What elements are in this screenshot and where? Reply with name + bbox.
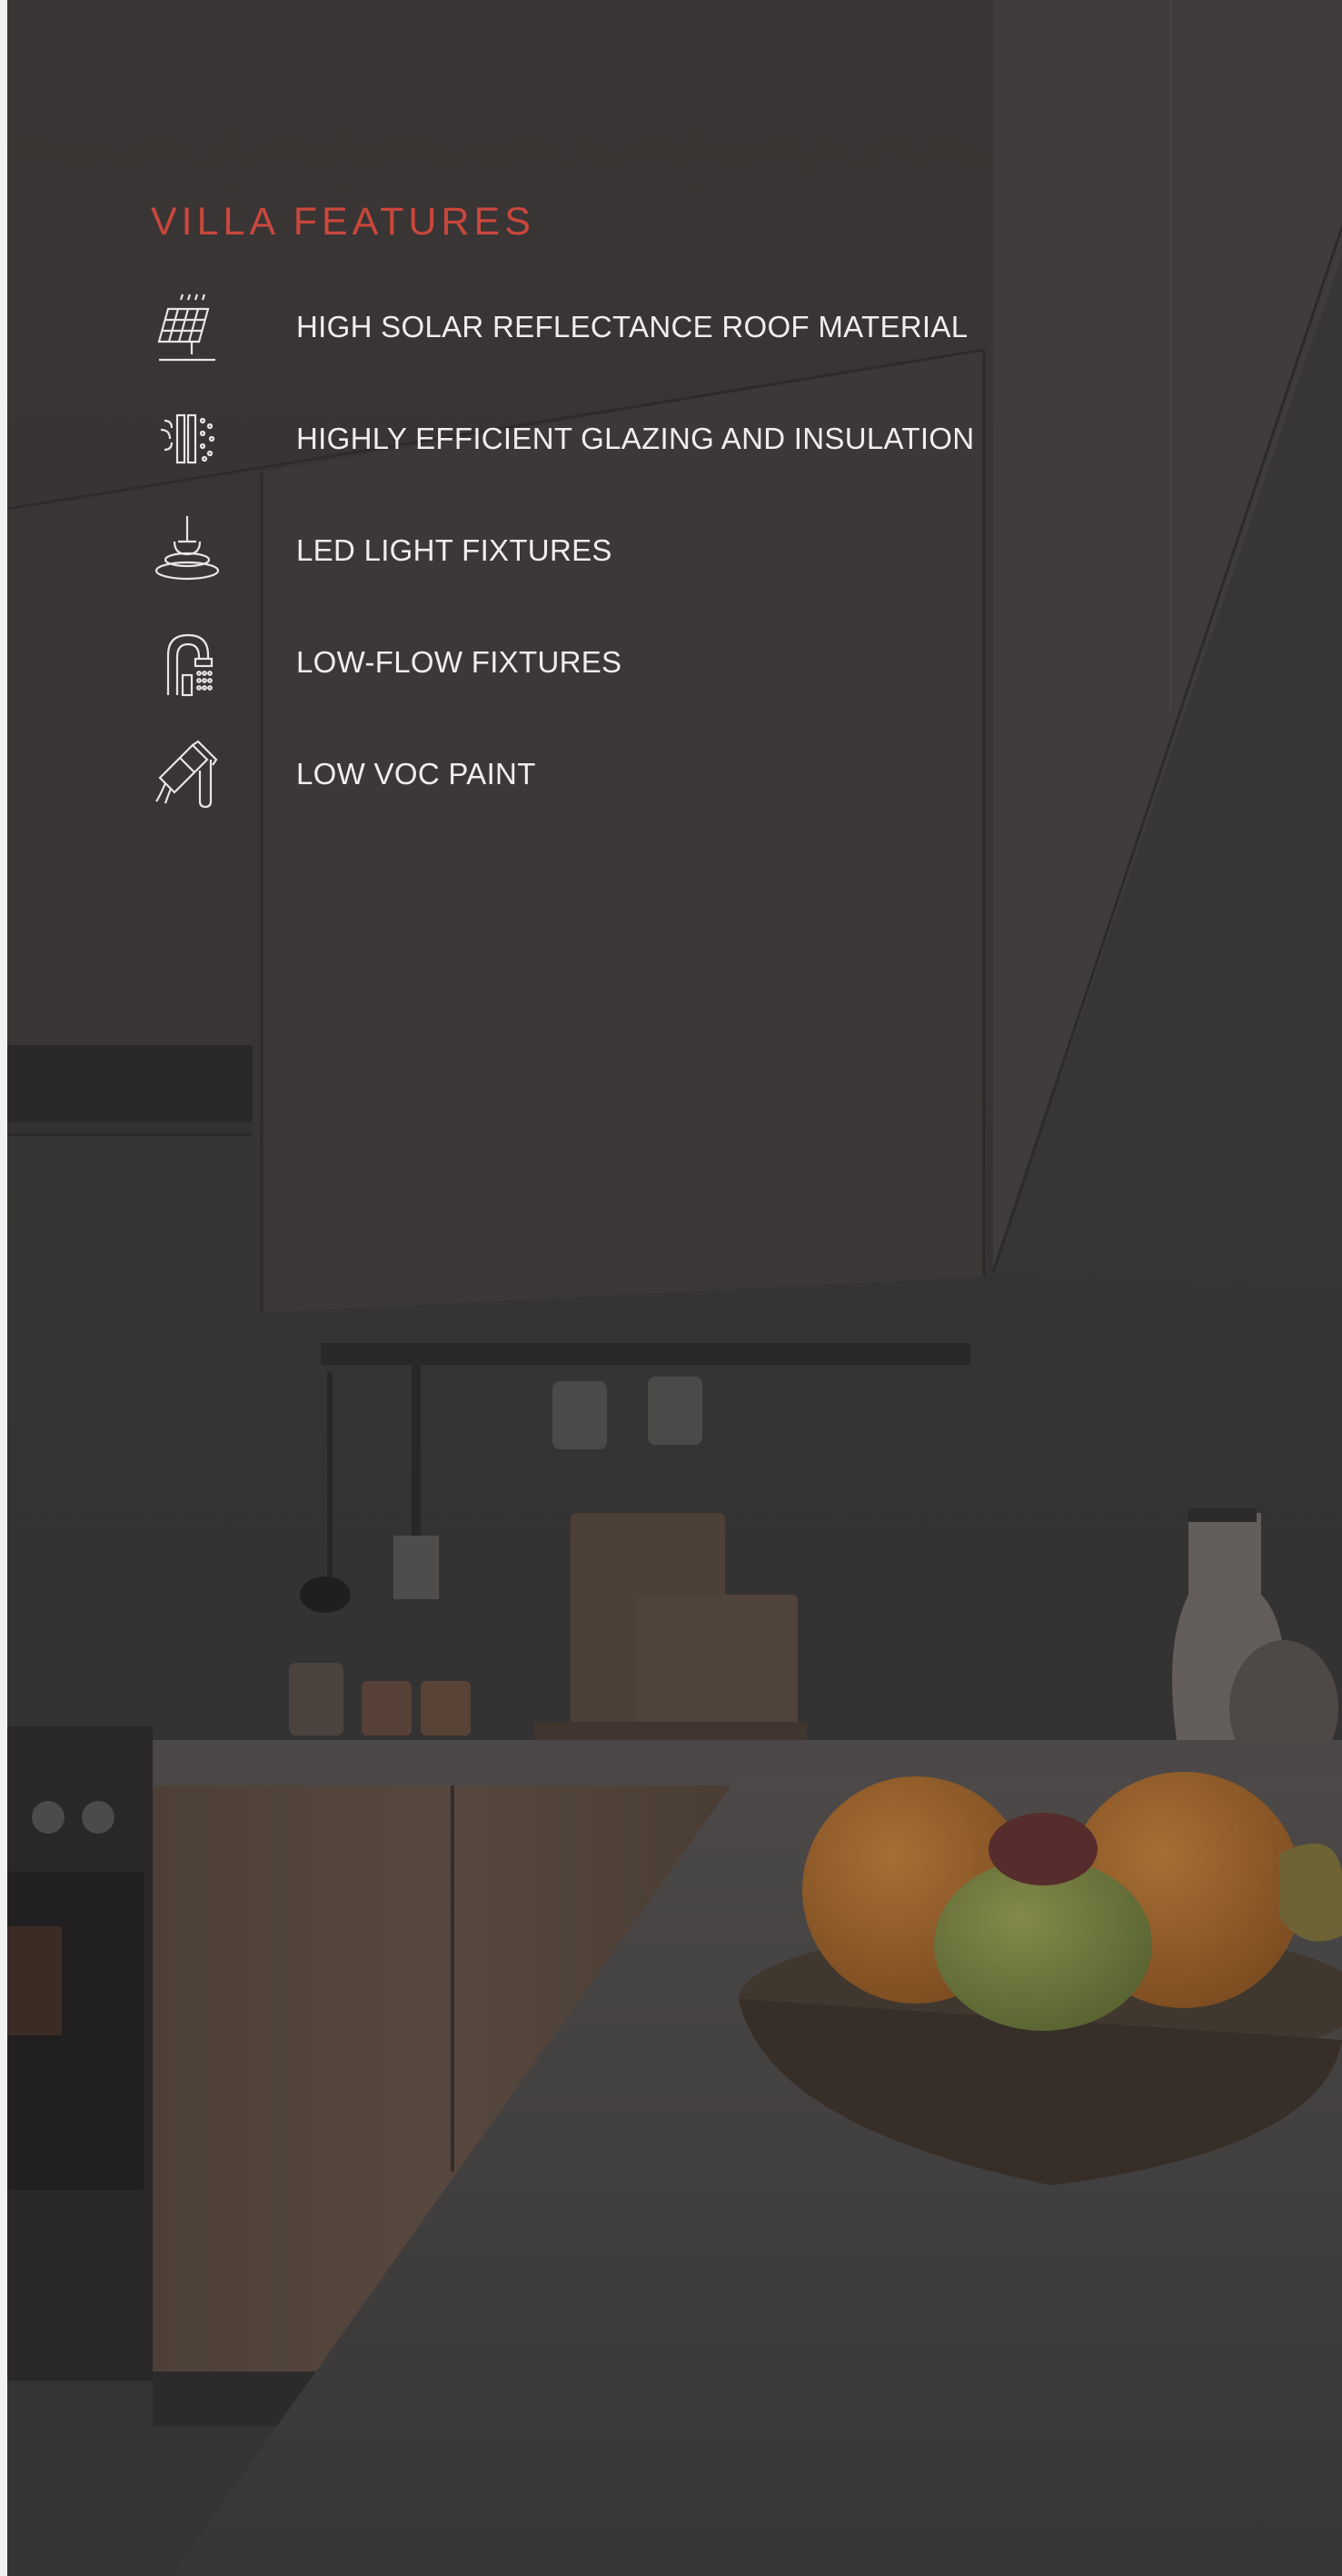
page-edge-strip	[0, 0, 7, 2576]
feature-item: LED LIGHT FIXTURES	[151, 494, 1059, 606]
section-title: VILLA FEATURES	[151, 200, 535, 244]
paint-brush-icon	[151, 738, 224, 811]
feature-label: LOW-FLOW FIXTURES	[296, 644, 622, 679]
feature-item: LOW VOC PAINT	[151, 718, 1059, 830]
led-light-icon	[151, 514, 224, 587]
feature-label: HIGHLY EFFICIENT GLAZING AND INSULATION	[296, 421, 975, 455]
feature-label: LOW VOC PAINT	[296, 756, 536, 791]
feature-label: HIGH SOLAR REFLECTANCE ROOF MATERIAL	[296, 309, 969, 343]
low-flow-faucet-icon	[151, 626, 224, 699]
feature-item: HIGH SOLAR REFLECTANCE ROOF MATERIAL	[151, 271, 1059, 383]
feature-item: HIGHLY EFFICIENT GLAZING AND INSULATION	[151, 383, 1059, 494]
feature-item: LOW-FLOW FIXTURES	[151, 606, 1059, 718]
feature-label: LED LIGHT FIXTURES	[296, 532, 612, 567]
feature-list: HIGH SOLAR REFLECTANCE ROOF MATERIAL HIG…	[151, 271, 1059, 830]
villa-features-page: VILLA FEATURES HIGH SOLAR REFLECTANCE RO…	[0, 0, 1342, 2576]
villa-features-section: VILLA FEATURES HIGH SOLAR REFLECTANCE RO…	[151, 198, 1059, 830]
glazing-insulation-icon	[151, 403, 224, 475]
solar-panel-icon	[151, 291, 224, 363]
